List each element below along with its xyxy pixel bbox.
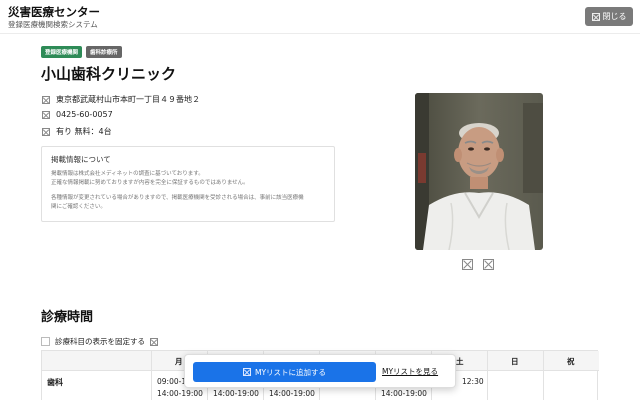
address-row: 東京都武蔵村山市本町一丁目４９番地２	[42, 94, 200, 105]
header-holiday: 祝	[567, 357, 575, 366]
add-icon	[242, 368, 251, 376]
cell-wed-pm: 14:00-19:00	[269, 389, 315, 398]
header-sun: 日	[511, 357, 519, 366]
phone-icon	[42, 110, 50, 119]
photo-prev-icon[interactable]	[462, 259, 473, 270]
header-sat: 土	[456, 357, 464, 366]
notice-box: 掲載情報について 掲載情報は株式会社メディネットの調査に基づいております。 正確…	[41, 146, 335, 222]
parking-text: 有り 無料：4台	[56, 127, 112, 136]
close-icon	[591, 12, 600, 21]
phone-row: 0425-60-0057	[42, 110, 113, 119]
help-icon[interactable]	[150, 337, 158, 346]
cell-mon-pm: 14:00-19:00	[157, 389, 203, 398]
top-bar: 災害医療センター 登録医療機関検索システム 閉じる	[0, 0, 640, 34]
notice-line-2: 正確な情報掲載に努めておりますが内容を完全に保証するものではありません。	[51, 180, 249, 186]
parking-row: 有り 無料：4台	[42, 126, 112, 137]
app-title: 災害医療センター	[8, 5, 100, 19]
photo-controls	[462, 259, 494, 270]
phone-text[interactable]: 0425-60-0057	[56, 110, 113, 119]
header-mon: 月	[175, 357, 183, 366]
view-mylist-link[interactable]: MYリストを見る	[382, 366, 438, 377]
cell-mon-am: 09:00-1	[157, 377, 187, 386]
row-label-dental: 歯科	[47, 378, 63, 387]
close-button-label: 閉じる	[602, 12, 627, 21]
doctor-photo	[415, 93, 543, 250]
cell-tue-pm: 14:00-19:00	[213, 389, 259, 398]
clinic-name: 小山歯科クリニック	[41, 65, 177, 83]
fix-department-checkbox[interactable]	[41, 337, 50, 346]
photo-next-icon[interactable]	[483, 259, 494, 270]
notice-line-3: 各種情報が変更されている場合がありますので、掲載医療機関を受診される場合は、事前…	[51, 195, 304, 201]
cell-fri-pm: 14:00-19:00	[381, 389, 427, 398]
schedule-title: 診療時間	[41, 310, 94, 325]
parking-icon	[42, 127, 50, 136]
clinic-badges: 登録医療機関 歯科診療所	[41, 46, 122, 58]
badge-registered: 登録医療機関	[41, 46, 83, 58]
notice-line-1: 掲載情報は株式会社メディネットの調査に基づいております。	[51, 171, 204, 177]
notice-title: 掲載情報について	[51, 155, 111, 164]
badge-dental: 歯科診療所	[86, 46, 122, 58]
address-text: 東京都武蔵村山市本町一丁目４９番地２	[56, 95, 200, 104]
cell-sat-am: 12:30	[462, 377, 484, 386]
location-icon	[42, 95, 50, 104]
fix-department-label: 診療科目の表示を固定する	[55, 337, 145, 346]
add-to-mylist-button[interactable]: MYリストに追加する	[193, 362, 376, 382]
fix-department-row: 診療科目の表示を固定する	[41, 336, 158, 347]
app-subtitle: 登録医療機関検索システム	[8, 20, 98, 29]
close-button[interactable]: 閉じる	[585, 7, 633, 26]
add-to-mylist-label: MYリストに追加する	[254, 367, 327, 377]
notice-line-4: 関にご確認ください。	[51, 204, 106, 210]
mylist-bar: MYリストに追加する MYリストを見る	[184, 354, 456, 388]
